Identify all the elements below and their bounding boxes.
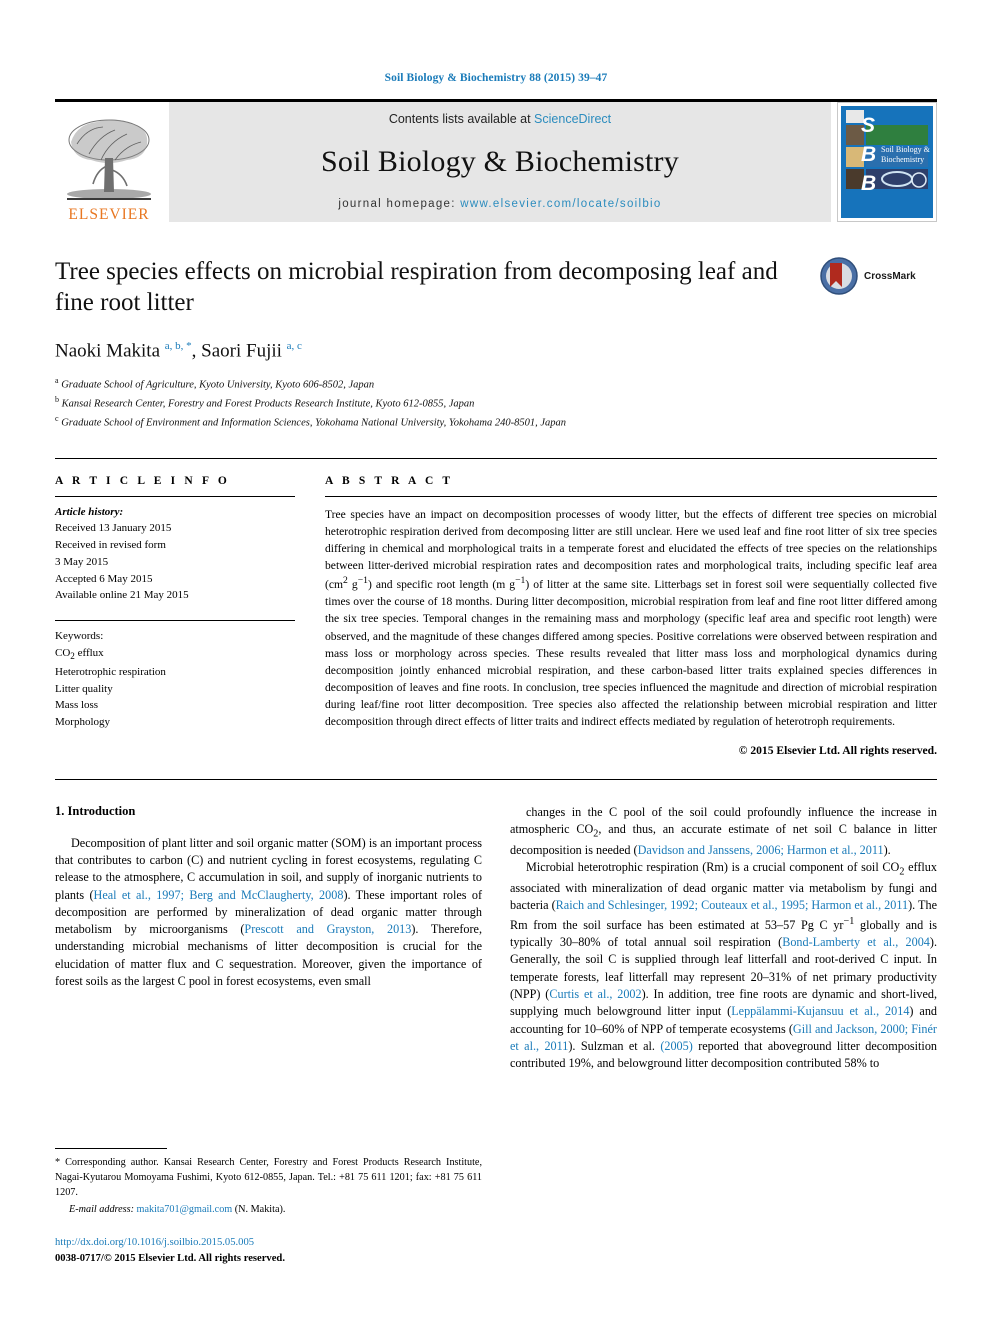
keyword-item: Morphology: [55, 715, 110, 728]
doi-link[interactable]: http://dx.doi.org/10.1016/j.soilbio.2015…: [55, 1235, 482, 1251]
abstract-column: A B S T R A C T Tree species have an imp…: [325, 475, 937, 757]
crossmark-label: CrossMark: [864, 270, 916, 282]
cover-collage-icon: S B B Soil Biology & Biochemistry: [841, 106, 933, 218]
svg-text:B: B: [861, 143, 876, 166]
keywords-block: Keywords: CO2 efflux Heterotrophic respi…: [55, 621, 295, 731]
svg-text:S: S: [861, 114, 875, 137]
journal-cover-thumbnail: S B B Soil Biology & Biochemistry: [837, 102, 937, 222]
svg-text:Soil Biology &: Soil Biology &: [881, 145, 931, 154]
affiliation-marker: b: [55, 395, 59, 405]
abstract-heading: A B S T R A C T: [325, 474, 454, 487]
author-list: Naoki Makita a, b, *, Saori Fujii a, c: [55, 340, 302, 362]
affiliation-text: Graduate School of Environment and Infor…: [61, 417, 567, 429]
article-history-label: Article history:: [55, 505, 124, 518]
contents-available-line: Contents lists available at ScienceDirec…: [389, 112, 611, 126]
history-line: Accepted 6 May 2015: [55, 572, 153, 585]
title-block: Tree species effects on microbial respir…: [55, 256, 937, 432]
footnote-rule: [55, 1148, 167, 1149]
keyword-item: CO2 efflux: [55, 646, 104, 661]
affiliation-item: a Graduate School of Agriculture, Kyoto …: [55, 375, 937, 394]
journal-masthead: ELSEVIER Contents lists available at Sci…: [55, 99, 937, 222]
keyword-item: Heterotrophic respiration: [55, 665, 166, 678]
article-info-heading: A R T I C L E I N F O: [55, 474, 230, 487]
affiliation-text: Graduate School of Agriculture, Kyoto Un…: [61, 379, 375, 391]
email-label: E-mail address:: [69, 1203, 134, 1215]
section-title-introduction: 1. Introduction: [55, 803, 136, 818]
homepage-prefix: journal homepage:: [338, 198, 461, 210]
corresponding-author-note: * Corresponding author. Kansai Research …: [55, 1157, 482, 1198]
keywords-label: Keywords:: [55, 629, 104, 642]
cover-artwork: S B B Soil Biology & Biochemistry: [841, 106, 933, 218]
elsevier-logo: ELSEVIER: [55, 102, 163, 222]
article-history-block: Article history: Received 13 January 201…: [55, 497, 295, 604]
affiliation-marker: a: [55, 376, 59, 386]
svg-text:Biochemistry: Biochemistry: [881, 155, 924, 164]
issn-copyright-line: 0038-0717/© 2015 Elsevier Ltd. All right…: [55, 1252, 285, 1264]
history-line: 3 May 2015: [55, 555, 109, 568]
body-column-right: changes in the C pool of the soil could …: [510, 804, 937, 1073]
article-info-column: A R T I C L E I N F O Article history: R…: [55, 475, 325, 757]
elsevier-tree-icon: [67, 118, 151, 200]
journal-article-page: Soil Biology & Biochemistry 88 (2015) 39…: [0, 0, 992, 1323]
body-region: 1. Introduction Decomposition of plant l…: [55, 778, 937, 1073]
email-note: E-mail address: makita701@gmail.com (N. …: [55, 1204, 482, 1215]
keyword-item: Litter quality: [55, 682, 113, 695]
affiliation-text: Kansai Research Center, Forestry and For…: [61, 398, 475, 410]
journal-homepage-link[interactable]: www.elsevier.com/locate/soilbio: [460, 198, 661, 210]
email-suffix: (N. Makita).: [234, 1203, 286, 1215]
crossmark-icon: [820, 257, 858, 295]
affiliation-marker: c: [55, 413, 59, 423]
body-paragraph: Decomposition of plant litter and soil o…: [55, 835, 483, 989]
email-link[interactable]: makita701@gmail.com: [137, 1204, 233, 1215]
history-line: Available online 21 May 2015: [55, 589, 189, 602]
abstract-copyright: © 2015 Elsevier Ltd. All rights reserved…: [738, 743, 937, 757]
doi-block: http://dx.doi.org/10.1016/j.soilbio.2015…: [55, 1235, 482, 1267]
affiliation-list: a Graduate School of Agriculture, Kyoto …: [55, 375, 937, 431]
page-title: Tree species effects on microbial respir…: [55, 258, 778, 316]
footnote-block: * Corresponding author. Kansai Research …: [55, 1148, 482, 1266]
elsevier-wordmark: ELSEVIER: [68, 205, 150, 223]
running-head: Soil Biology & Biochemistry 88 (2015) 39…: [384, 72, 608, 84]
abstract-text: Tree species have an impact on decomposi…: [325, 507, 937, 729]
history-line: Received 13 January 2015: [55, 522, 172, 535]
journal-homepage-line: journal homepage: www.elsevier.com/locat…: [338, 198, 661, 210]
journal-title: Soil Biology & Biochemistry: [321, 145, 679, 178]
crossmark-badge[interactable]: CrossMark: [819, 256, 937, 296]
affiliation-item: b Kansai Research Center, Forestry and F…: [55, 394, 937, 413]
body-column-left: 1. Introduction Decomposition of plant l…: [55, 804, 482, 1073]
body-paragraph: changes in the C pool of the soil could …: [510, 804, 937, 857]
contents-prefix: Contents lists available at: [388, 112, 535, 126]
sciencedirect-link[interactable]: ScienceDirect: [534, 112, 611, 126]
affiliation-item: c Graduate School of Environment and Inf…: [55, 413, 937, 432]
history-line: Received in revised form: [55, 539, 166, 552]
masthead-center-panel: Contents lists available at ScienceDirec…: [169, 102, 831, 222]
body-paragraph: Microbial heterotrophic respiration (Rm)…: [510, 860, 938, 1071]
info-abstract-region: A R T I C L E I N F O Article history: R…: [55, 457, 937, 757]
svg-text:B: B: [861, 172, 876, 195]
keyword-item: Mass loss: [55, 699, 99, 712]
